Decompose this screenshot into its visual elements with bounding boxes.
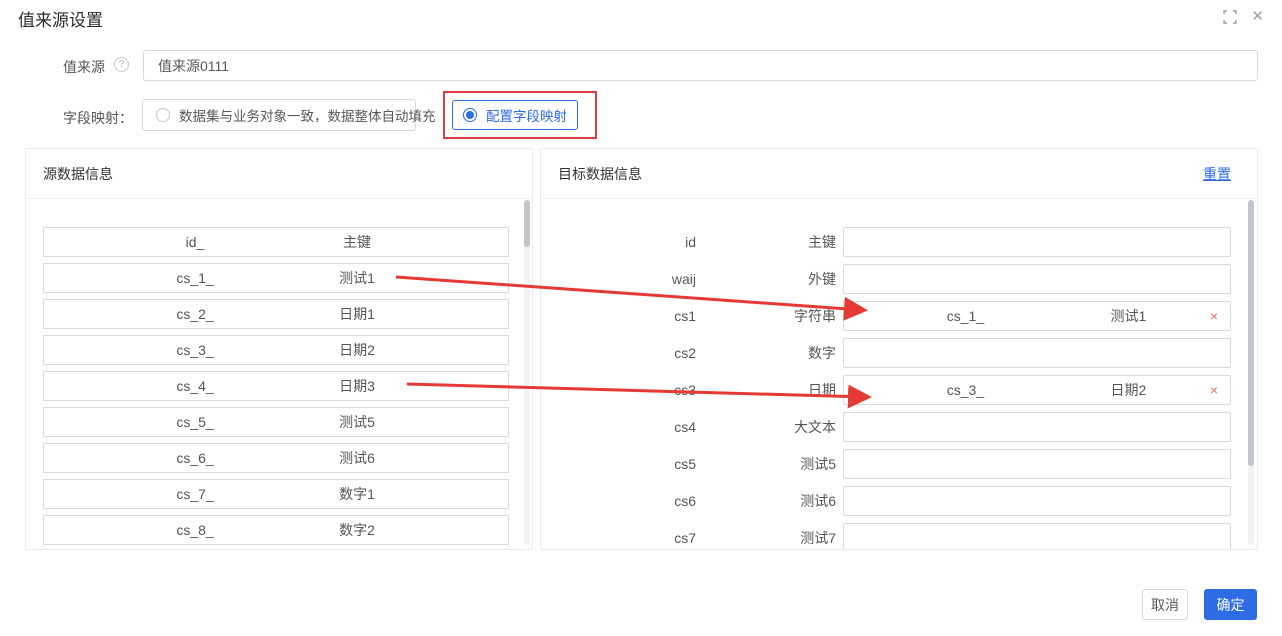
mapping-drop-slot[interactable]: [843, 486, 1231, 516]
target-field-row: cs1 字符串 cs_1_ 测试1 ×: [541, 301, 1257, 331]
delete-mapping-icon[interactable]: ×: [1210, 383, 1218, 397]
mapping-drop-slot[interactable]: [843, 338, 1231, 368]
source-field-row[interactable]: cs_7_ 数字1: [43, 479, 509, 509]
field-type: 主键: [696, 232, 836, 252]
mapping-drop-slot[interactable]: [843, 523, 1231, 550]
source-field-row[interactable]: cs_6_ 测试6: [43, 443, 509, 473]
field-name: cs_6_: [114, 450, 276, 466]
window-controls: ✕: [1223, 9, 1264, 24]
field-type: 测试7: [696, 528, 836, 548]
field-name: cs4: [541, 419, 696, 435]
scrollbar-thumb[interactable]: [524, 200, 530, 247]
radio-option-label: 数据集与业务对象一致，数据整体自动填充: [179, 105, 436, 125]
mapping-drop-slot[interactable]: [843, 412, 1231, 442]
target-data-panel: 目标数据信息 重置 id 主键 waij 外键 cs1 字符串 cs_1_ 测试…: [540, 148, 1258, 550]
field-name: cs5: [541, 456, 696, 472]
field-type: 主键: [276, 232, 438, 252]
field-mapping-label: 字段映射：: [63, 108, 133, 128]
field-type: 测试5: [696, 454, 836, 474]
field-type: 测试6: [696, 491, 836, 511]
field-type: 字符串: [696, 306, 836, 326]
field-name: cs2: [541, 345, 696, 361]
mapping-drop-slot[interactable]: [843, 449, 1231, 479]
field-type: 数字2: [276, 520, 438, 540]
radio-unselected-icon: [156, 108, 170, 122]
source-field-row[interactable]: id_ 主键: [43, 227, 509, 257]
target-field-row: waij 外键: [541, 264, 1257, 294]
target-field-row: cs4 大文本: [541, 412, 1257, 442]
field-type: 数字: [696, 343, 836, 363]
mapping-drop-slot[interactable]: cs_1_ 测试1 ×: [843, 301, 1231, 331]
target-field-row: cs7 测试7: [541, 523, 1257, 550]
field-name: id: [541, 234, 696, 250]
mapped-field-type: 日期2: [1047, 380, 1210, 400]
source-field-row[interactable]: cs_1_ 测试1: [43, 263, 509, 293]
field-name: id_: [114, 234, 276, 250]
field-name: cs6: [541, 493, 696, 509]
source-panel-title: 源数据信息: [43, 164, 113, 184]
field-type: 日期2: [276, 340, 438, 360]
reset-link[interactable]: 重置: [1203, 164, 1231, 184]
source-field-row[interactable]: cs_2_ 日期1: [43, 299, 509, 329]
cancel-button[interactable]: 取消: [1142, 589, 1188, 620]
target-field-row: id 主键: [541, 227, 1257, 257]
target-panel-header: 目标数据信息 重置: [541, 149, 1257, 199]
field-type: 测试6: [276, 448, 438, 468]
radio-option-label: 配置字段映射: [486, 105, 567, 125]
source-panel-scrollbar[interactable]: [524, 200, 530, 545]
field-name: cs3: [541, 382, 696, 398]
source-data-panel: 源数据信息 id_ 主键 cs_1_ 测试1 cs_2_ 日期1 cs_3_ 日…: [25, 148, 533, 550]
radio-selected-icon: [463, 108, 477, 122]
field-name: cs1: [541, 308, 696, 324]
field-name: cs_7_: [114, 486, 276, 502]
mapped-field-type: 测试1: [1047, 306, 1210, 326]
field-name: cs_5_: [114, 414, 276, 430]
field-type: 大文本: [696, 417, 836, 437]
mapped-field-name: cs_3_: [884, 382, 1047, 398]
target-field-row: cs3 日期 cs_3_ 日期2 ×: [541, 375, 1257, 405]
field-type: 测试5: [276, 412, 438, 432]
target-field-row: cs6 测试6: [541, 486, 1257, 516]
field-name: cs_4_: [114, 378, 276, 394]
close-icon[interactable]: ✕: [1251, 9, 1264, 24]
target-panel-scrollbar[interactable]: [1248, 200, 1254, 545]
mapping-drop-slot[interactable]: [843, 264, 1231, 294]
target-panel-title: 目标数据信息: [558, 164, 642, 184]
source-panel-body: id_ 主键 cs_1_ 测试1 cs_2_ 日期1 cs_3_ 日期2 cs_…: [26, 199, 532, 550]
source-field-row[interactable]: cs_8_ 数字2: [43, 515, 509, 545]
source-field-row[interactable]: cs_4_ 日期3: [43, 371, 509, 401]
field-type: 数字1: [276, 484, 438, 504]
field-type: 测试1: [276, 268, 438, 288]
scrollbar-thumb[interactable]: [1248, 200, 1254, 466]
field-name: cs7: [541, 530, 696, 546]
field-name: cs_2_: [114, 306, 276, 322]
field-name: waij: [541, 271, 696, 287]
mapping-drop-slot[interactable]: [843, 227, 1231, 257]
target-field-row: cs2 数字: [541, 338, 1257, 368]
value-source-label: 值来源: [63, 57, 105, 77]
field-name: cs_3_: [114, 342, 276, 358]
value-source-input[interactable]: [143, 50, 1258, 81]
help-icon[interactable]: ?: [114, 57, 129, 72]
radio-option-auto-fill[interactable]: 数据集与业务对象一致，数据整体自动填充: [142, 99, 416, 131]
target-field-row: cs5 测试5: [541, 449, 1257, 479]
delete-mapping-icon[interactable]: ×: [1210, 309, 1218, 323]
source-field-row[interactable]: cs_3_ 日期2: [43, 335, 509, 365]
fullscreen-icon[interactable]: [1223, 10, 1237, 24]
field-type: 日期: [696, 380, 836, 400]
confirm-button[interactable]: 确定: [1204, 589, 1257, 620]
field-type: 日期1: [276, 304, 438, 324]
page-title: 值来源设置: [18, 6, 103, 31]
mapped-field-name: cs_1_: [884, 308, 1047, 324]
source-field-row[interactable]: cs_5_ 测试5: [43, 407, 509, 437]
target-panel-body: id 主键 waij 外键 cs1 字符串 cs_1_ 测试1 × cs2 数字…: [541, 199, 1257, 550]
field-type: 外键: [696, 269, 836, 289]
radio-option-configure-mapping[interactable]: 配置字段映射: [452, 100, 578, 130]
field-name: cs_8_: [114, 522, 276, 538]
source-panel-header: 源数据信息: [26, 149, 532, 199]
mapping-drop-slot[interactable]: cs_3_ 日期2 ×: [843, 375, 1231, 405]
field-name: cs_1_: [114, 270, 276, 286]
field-type: 日期3: [276, 376, 438, 396]
